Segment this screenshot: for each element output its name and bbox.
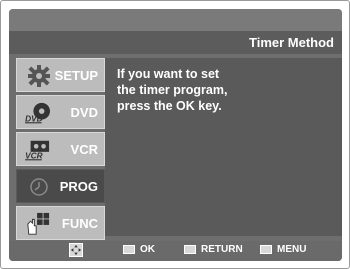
title-bar bbox=[9, 9, 342, 31]
gear-icon bbox=[28, 65, 50, 87]
navigation-arrows-icon bbox=[69, 243, 83, 257]
dvd-icon: DVD bbox=[25, 102, 50, 124]
sidebar-menu: SETUP DVD DVD VCR VCR PROG FUNC bbox=[16, 58, 105, 243]
ok-key-hint: OK bbox=[123, 244, 155, 255]
menu-key-label: MENU bbox=[277, 244, 307, 255]
sidebar-item-setup[interactable]: SETUP bbox=[16, 58, 105, 92]
help-line: press the OK key. bbox=[117, 99, 222, 113]
page-title: Timer Method bbox=[249, 35, 334, 50]
dvd-icon-text: DVD bbox=[25, 113, 43, 123]
sidebar-item-prog[interactable]: PROG bbox=[16, 169, 105, 203]
ok-key-icon bbox=[123, 245, 135, 254]
sidebar-item-label: DVD bbox=[70, 105, 98, 120]
sidebar-item-func[interactable]: FUNC bbox=[16, 206, 105, 240]
sidebar-item-label: VCR bbox=[70, 142, 98, 157]
key-guide-bar: OK RETURN MENU bbox=[9, 241, 342, 261]
return-key-icon bbox=[184, 245, 196, 254]
sidebar-item-label: FUNC bbox=[61, 216, 98, 231]
sidebar-item-dvd[interactable]: DVD DVD bbox=[16, 95, 105, 129]
vcr-icon: VCR bbox=[25, 140, 50, 161]
sidebar-item-vcr[interactable]: VCR VCR bbox=[16, 132, 105, 166]
ok-key-label: OK bbox=[140, 244, 155, 255]
osd-screen: Timer Method SETUP DVD DVD VCR VCR PROG … bbox=[9, 9, 342, 261]
help-text: If you want to set the timer program, pr… bbox=[117, 66, 332, 114]
tv-frame: Timer Method SETUP DVD DVD VCR VCR PROG … bbox=[0, 0, 350, 269]
return-key-label: RETURN bbox=[201, 244, 243, 255]
sidebar-item-label: SETUP bbox=[54, 68, 98, 83]
content-panel: If you want to set the timer program, pr… bbox=[105, 58, 342, 236]
help-line: If you want to set bbox=[117, 67, 220, 81]
help-line: the timer program, bbox=[117, 83, 228, 97]
menu-key-icon bbox=[260, 245, 272, 254]
menu-key-hint: MENU bbox=[260, 244, 306, 255]
sidebar-item-label: PROG bbox=[59, 179, 98, 194]
return-key-hint: RETURN bbox=[184, 244, 243, 255]
vcr-icon-text: VCR bbox=[25, 150, 43, 160]
func-hand-icon bbox=[27, 212, 50, 235]
clock-icon bbox=[30, 178, 48, 196]
